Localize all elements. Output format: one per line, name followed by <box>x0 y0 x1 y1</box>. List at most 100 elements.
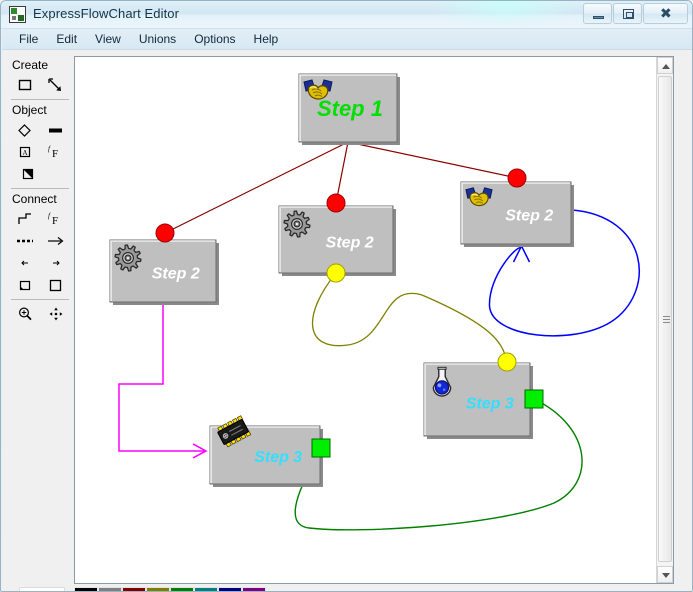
tool-group-create <box>9 74 71 96</box>
title-bar[interactable]: ExpressFlowChart Editor ✖ <box>1 1 692 29</box>
connector-handle-green-square <box>311 438 331 458</box>
canvas-vertical-scrollbar[interactable] <box>656 57 673 583</box>
minimize-icon <box>593 16 604 19</box>
application-window: ExpressFlowChart Editor ✖ File Edit View… <box>0 0 693 592</box>
connector-handle-red-circle <box>155 223 175 243</box>
step1-to-step2-right <box>347 141 518 179</box>
palette-swatch[interactable] <box>146 587 170 591</box>
node-label: Step 1 <box>317 96 383 121</box>
window-controls: ✖ <box>582 3 688 24</box>
flowchart-node-step1: Step 1 <box>298 73 400 145</box>
object-diamond-tool[interactable] <box>13 120 37 140</box>
connect-orthogonal-tool[interactable] <box>13 209 37 229</box>
tool-group-label-connect: Connect <box>12 192 57 206</box>
window-frame: ExpressFlowChart Editor ✖ File Edit View… <box>0 0 693 592</box>
tool-group-object-row1 <box>9 119 71 141</box>
object-text-box-tool[interactable]: A <box>13 142 37 162</box>
node-layer: Step 1 Step 2 Step 2 Step 2 Step 3 Step 3 <box>109 73 574 487</box>
flowchart-node-step2-right: Step 2 <box>460 181 574 247</box>
scroll-up-button[interactable] <box>657 57 673 74</box>
grip-icon <box>663 314 670 324</box>
client-area: Create Object A f F Connect f F Step 1 S… <box>2 50 692 591</box>
palette-swatch[interactable] <box>194 587 218 591</box>
minimize-button[interactable] <box>583 3 612 24</box>
maximize-icon <box>623 9 634 19</box>
close-icon: ✖ <box>660 6 672 22</box>
tool-divider-1 <box>11 99 69 100</box>
tool-group-connect-row2 <box>9 230 71 252</box>
maximize-button[interactable] <box>613 3 642 24</box>
object-font-tool[interactable]: f F <box>44 142 68 162</box>
tool-group-label-create: Create <box>12 58 49 72</box>
svg-text:f: f <box>48 145 51 153</box>
connector-handle-red-circle <box>507 168 527 188</box>
step2-middle-to-step3-right <box>312 272 508 363</box>
zoom-tool[interactable] <box>13 304 37 324</box>
close-button[interactable]: ✖ <box>643 3 688 24</box>
create-link-tool[interactable] <box>44 75 68 95</box>
connector-handle-red-circle <box>326 193 346 213</box>
svg-text:f: f <box>48 212 51 220</box>
color-selector[interactable] <box>19 587 65 591</box>
canvas-container: Step 1 Step 2 Step 2 Step 2 Step 3 Step 3 <box>74 56 674 584</box>
node-label: Step 2 <box>152 265 200 282</box>
menu-bar: File Edit View Unions Options Help <box>2 29 692 50</box>
node-label: Step 3 <box>254 449 302 466</box>
menu-item-help[interactable]: Help <box>245 30 288 48</box>
menu-item-edit[interactable]: Edit <box>47 30 86 48</box>
connect-small-start-tool[interactable] <box>13 253 37 273</box>
color-palette <box>74 587 266 591</box>
window-title: ExpressFlowChart Editor <box>33 6 180 21</box>
palette-swatch[interactable] <box>218 587 242 591</box>
aero-glow <box>431 1 581 27</box>
create-rectangle-tool[interactable] <box>13 75 37 95</box>
connect-arrow-tool[interactable] <box>44 231 68 251</box>
flowchart-canvas[interactable]: Step 1 Step 2 Step 2 Step 2 Step 3 Step 3 <box>75 57 657 583</box>
tool-panel: Create Object A f F Connect f F <box>9 56 71 359</box>
connector-handle-yellow-circle <box>497 352 517 372</box>
connect-font-tool[interactable]: f F <box>44 209 68 229</box>
chevron-up-icon <box>662 64 670 69</box>
menu-item-options[interactable]: Options <box>185 30 244 48</box>
pan-tool[interactable] <box>44 304 68 324</box>
step2-left-to-step3-left <box>118 302 204 452</box>
scroll-thumb[interactable] <box>658 76 672 562</box>
palette-swatch[interactable] <box>122 587 146 591</box>
connector-handle-yellow-circle <box>326 263 346 283</box>
svg-text:F: F <box>52 215 58 227</box>
palette-swatch[interactable] <box>242 587 266 591</box>
svg-text:F: F <box>52 148 58 160</box>
app-flowchart-icon <box>9 6 26 23</box>
object-shadow-tool[interactable] <box>16 164 40 184</box>
node-label: Step 2 <box>505 207 553 224</box>
tool-group-connect-row3 <box>9 252 71 274</box>
node-label: Step 3 <box>466 395 514 412</box>
tool-divider-2 <box>11 188 69 189</box>
connect-corner-node-tool[interactable] <box>13 275 37 295</box>
palette-swatch[interactable] <box>98 587 122 591</box>
connect-small-end-tool[interactable] <box>44 253 68 273</box>
svg-text:A: A <box>22 149 27 157</box>
tool-group-object-row3 <box>9 163 71 185</box>
connect-dashed-tool[interactable] <box>13 231 37 251</box>
menu-item-file[interactable]: File <box>10 30 47 48</box>
flowchart-node-step2-left: Step 2 <box>109 239 219 305</box>
tool-group-label-object: Object <box>12 103 47 117</box>
connector-handle-green-square <box>524 389 544 409</box>
tool-group-connect-row1: f F <box>9 208 71 230</box>
tool-divider-3 <box>11 299 69 300</box>
flowchart-svg: Step 1 Step 2 Step 2 Step 2 Step 3 Step 3 <box>109 73 641 531</box>
menu-item-unions[interactable]: Unions <box>130 30 185 48</box>
tool-group-connect-row4 <box>9 274 71 296</box>
palette-swatch[interactable] <box>170 587 194 591</box>
flowchart-node-step3-left: Step 3 <box>209 415 323 487</box>
arrowhead-icon <box>512 244 531 263</box>
palette-swatch[interactable] <box>74 587 98 591</box>
connect-node-tool[interactable] <box>44 275 68 295</box>
menu-item-view[interactable]: View <box>86 30 130 48</box>
flowchart-node-step3-right: Step 3 <box>423 362 533 439</box>
bottom-bar: Ok Cancel <box>2 535 692 591</box>
object-bar-tool[interactable] <box>44 120 68 140</box>
node-label: Step 2 <box>326 235 374 252</box>
tool-group-view <box>9 303 71 325</box>
